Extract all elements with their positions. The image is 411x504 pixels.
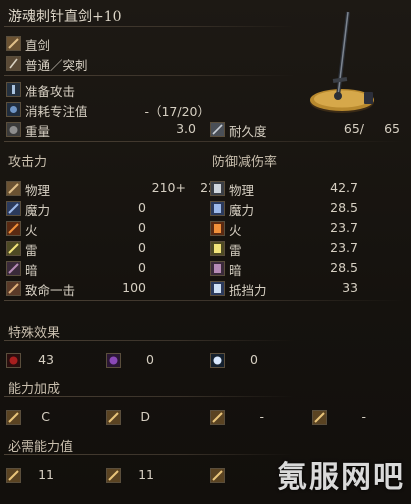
dexterity-icon (106, 410, 121, 425)
stability-icon (210, 281, 225, 296)
defense-stat-value: 33 (342, 280, 358, 295)
defense-stat-label: 抵挡力 (229, 283, 267, 298)
frost-icon (210, 353, 225, 368)
weapon-skill: 准备攻击 (25, 84, 76, 99)
defense-section-title: 防御减伤率 (212, 155, 278, 170)
defense-stat-value: 23.7 (330, 240, 358, 255)
durability-label: 耐久度 (229, 124, 267, 139)
strength-icon (6, 468, 21, 483)
scaling-value: C (41, 409, 50, 424)
lightning-shield-icon (210, 241, 225, 256)
attack-stat-label: 暗 (25, 263, 38, 278)
weapon-type: 直剑 (25, 38, 51, 53)
defense-stat-value: 28.5 (330, 200, 358, 215)
attack-section-title: 攻击力 (8, 155, 48, 170)
requirements-section-title: 必需能力值 (8, 440, 74, 455)
defense-stat-value: 42.7 (330, 180, 358, 195)
dexterity-icon (106, 468, 121, 483)
scaling-value: D (140, 409, 150, 424)
requirement-value: 11 (138, 467, 154, 482)
scaling-divider (4, 396, 294, 397)
attack-stat-value: 100 (122, 280, 146, 295)
attack-stat-label: 火 (25, 223, 38, 238)
attack-stat-value: 0 (138, 260, 146, 275)
defense-stat-label: 物理 (229, 183, 255, 198)
attack-stat-value: 0 (138, 240, 146, 255)
attack-type-icon (6, 56, 21, 71)
attack-stat-value: 210+ (151, 180, 186, 195)
magic-icon (6, 201, 21, 216)
special-section-title: 特殊效果 (8, 326, 61, 341)
scaling-value: - (361, 409, 366, 424)
durability-current: 65/ (343, 121, 364, 136)
weight-value: 3.0 (176, 121, 196, 136)
attack-stat-label: 物理 (25, 183, 51, 198)
fp-cost-value: -（17/20） (144, 104, 210, 119)
strength-icon (6, 410, 21, 425)
dark-icon (6, 261, 21, 276)
special-effect-value: 0 (250, 352, 258, 367)
attack-stat-label: 致命一击 (25, 283, 76, 298)
special-divider (4, 340, 294, 341)
weapon-name: 游魂刺针直剑+10 (8, 9, 122, 25)
attack-stat-value: 0 (138, 200, 146, 215)
attack-stat-value: 0 (138, 220, 146, 235)
lightning-icon (6, 241, 21, 256)
bleed-icon (6, 353, 21, 368)
dark-shield-icon (210, 261, 225, 276)
weapon-type-icon (6, 36, 21, 51)
fp-cost-label: 消耗专注值 (25, 104, 88, 119)
fire-icon (6, 221, 21, 236)
defense-stat-label: 暗 (229, 263, 242, 278)
attack-type: 普通／突刺 (25, 58, 88, 73)
info-divider (4, 75, 294, 76)
weight-icon (6, 122, 21, 137)
attack-divider (4, 300, 404, 301)
weight-label: 重量 (25, 124, 51, 139)
requirement-value: 11 (38, 467, 54, 482)
defense-stat-value: 28.5 (330, 260, 358, 275)
weapon-image (300, 8, 395, 118)
shield-icon (210, 181, 225, 196)
defense-stat-label: 魔力 (229, 203, 255, 218)
requirements-divider (4, 454, 294, 455)
title-divider (4, 26, 294, 27)
faith-icon (312, 410, 327, 425)
sword-icon (6, 181, 21, 196)
intelligence-icon (210, 468, 225, 483)
watermark: 氪服网吧 (277, 460, 405, 495)
defense-stat-label: 火 (229, 223, 242, 238)
special-effect-value: 43 (38, 352, 54, 367)
special-effect-value: 0 (146, 352, 154, 367)
fire-shield-icon (210, 221, 225, 236)
stats-divider (4, 141, 404, 142)
defense-stat-value: 23.7 (330, 220, 358, 235)
intelligence-icon (210, 410, 225, 425)
defense-stat-label: 雷 (229, 243, 242, 258)
skill-icon (6, 82, 21, 97)
scaling-section-title: 能力加成 (8, 382, 61, 397)
critical-icon (6, 281, 21, 296)
fp-cost-icon (6, 102, 21, 117)
weapon-status-panel: 游魂刺针直剑+10 直剑 普通／突刺 准备攻击 消耗专注值 -（17/20） 重… (0, 0, 411, 504)
durability-max: 65 (384, 121, 400, 136)
scaling-value: - (259, 409, 264, 424)
attack-stat-label: 魔力 (25, 203, 51, 218)
attack-stat-label: 雷 (25, 243, 38, 258)
durability-icon (210, 122, 225, 137)
poison-icon (106, 353, 121, 368)
magic-shield-icon (210, 201, 225, 216)
